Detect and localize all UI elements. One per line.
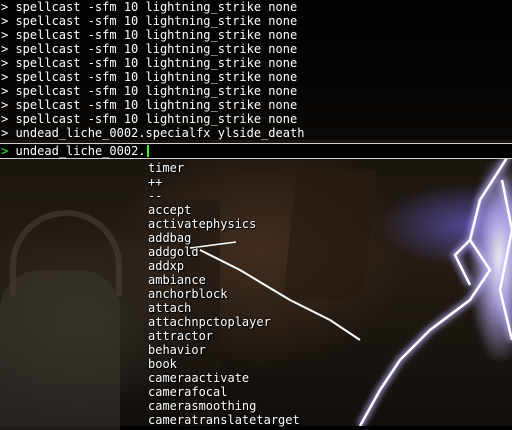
- console-history-line: > spellcast -sfm 10 lightning_strike non…: [1, 98, 298, 112]
- console-input[interactable]: > undead_liche_0002.: [0, 143, 512, 159]
- console-history-line: > spellcast -sfm 10 lightning_strike non…: [1, 112, 298, 126]
- autocomplete-item[interactable]: attachnpctoplayer: [148, 315, 308, 329]
- console-input-text[interactable]: undead_liche_0002.: [15, 144, 145, 158]
- autocomplete-item[interactable]: behavior: [148, 343, 308, 357]
- autocomplete-item[interactable]: anchorblock: [148, 287, 308, 301]
- autocomplete-item[interactable]: timer: [148, 161, 308, 175]
- console-history-line: > spellcast -sfm 10 lightning_strike non…: [1, 0, 298, 14]
- prompt-symbol: >: [1, 144, 9, 158]
- autocomplete-list[interactable]: timer ++ -- accept activatephysics addba…: [148, 161, 308, 427]
- autocomplete-item[interactable]: ambiance: [148, 273, 308, 287]
- autocomplete-item[interactable]: book: [148, 357, 308, 371]
- autocomplete-item[interactable]: addxp: [148, 259, 308, 273]
- autocomplete-item[interactable]: cameratranslatetarget: [148, 413, 308, 427]
- autocomplete-item[interactable]: attractor: [148, 329, 308, 343]
- autocomplete-item[interactable]: camerasmoothing: [148, 399, 308, 413]
- autocomplete-item[interactable]: addgold: [148, 245, 308, 259]
- autocomplete-item[interactable]: cameraactivate: [148, 371, 308, 385]
- console-history-line: > spellcast -sfm 10 lightning_strike non…: [1, 84, 298, 98]
- autocomplete-item[interactable]: ++: [148, 175, 308, 189]
- autocomplete-item[interactable]: activatephysics: [148, 217, 308, 231]
- autocomplete-item[interactable]: accept: [148, 203, 308, 217]
- console-history-line: > spellcast -sfm 10 lightning_strike non…: [1, 70, 298, 84]
- text-caret: [146, 145, 149, 157]
- autocomplete-item[interactable]: attach: [148, 301, 308, 315]
- console-history-line: > undead_liche_0002.specialfx ylside_dea…: [1, 126, 305, 140]
- console-history-line: > spellcast -sfm 10 lightning_strike non…: [1, 14, 298, 28]
- autocomplete-item[interactable]: camerafocal: [148, 385, 308, 399]
- console-history-line: > spellcast -sfm 10 lightning_strike non…: [1, 56, 298, 70]
- console-history-line: > spellcast -sfm 10 lightning_strike non…: [1, 28, 298, 42]
- autocomplete-item[interactable]: addbag: [148, 231, 308, 245]
- console-history: > spellcast -sfm 10 lightning_strike non…: [0, 0, 512, 140]
- autocomplete-item[interactable]: --: [148, 189, 308, 203]
- console-history-line: > spellcast -sfm 10 lightning_strike non…: [1, 42, 298, 56]
